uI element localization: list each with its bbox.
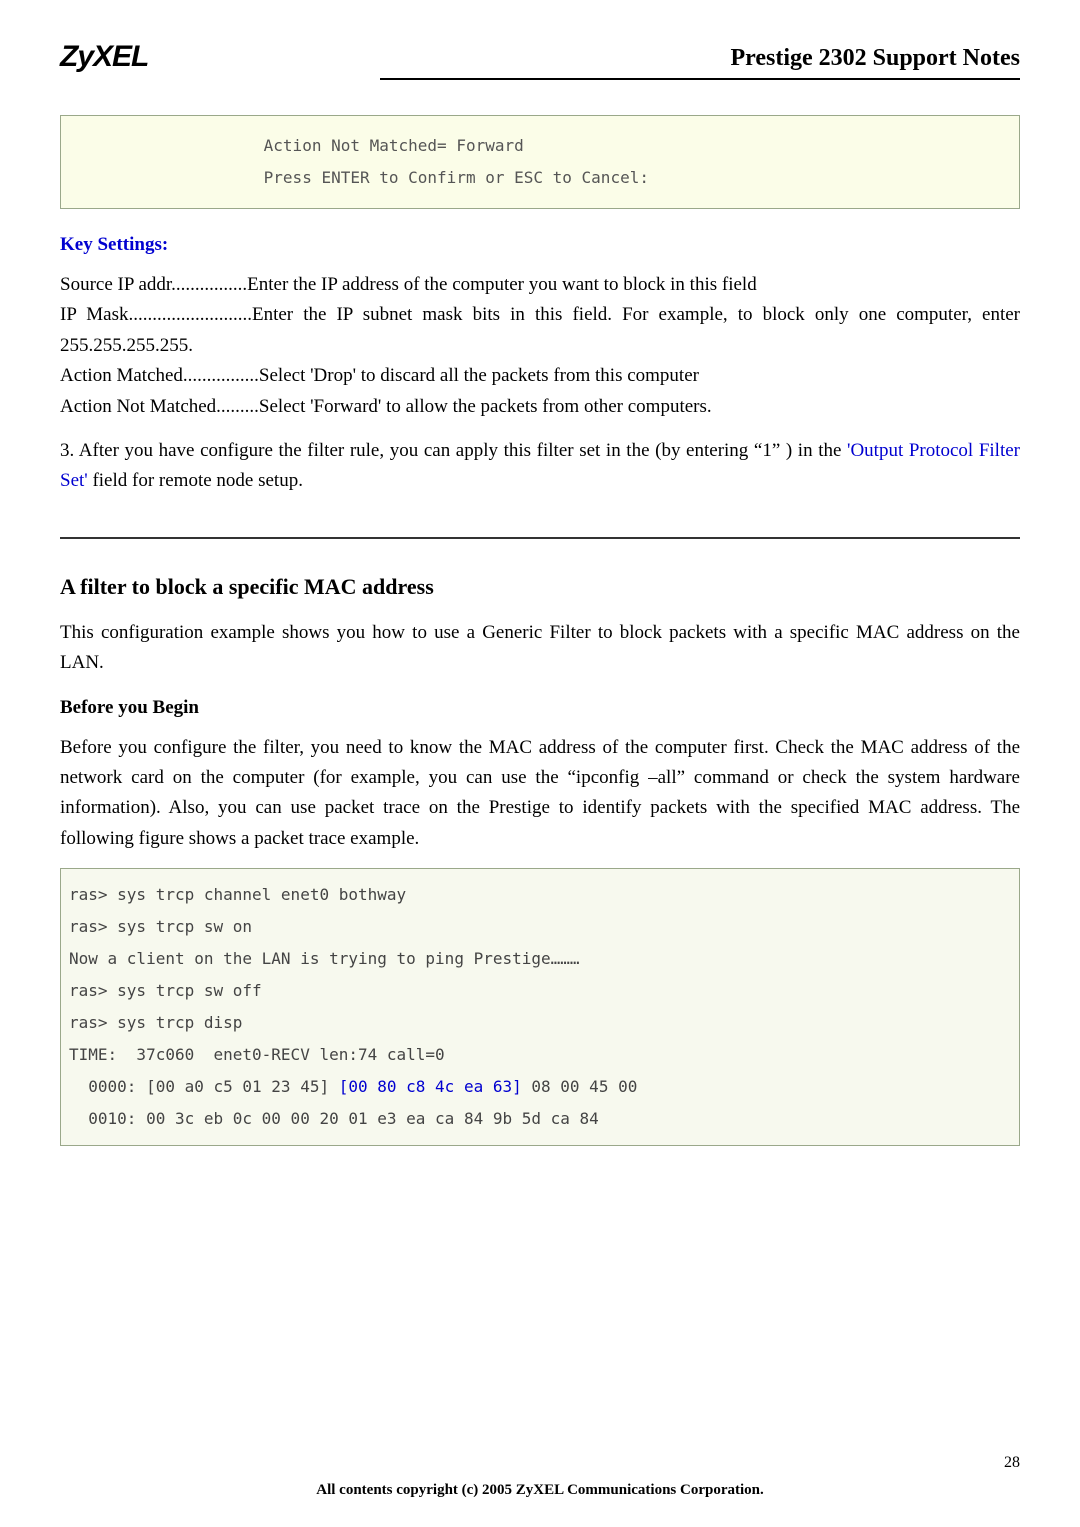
packet-trace-box: ras> sys trcp channel enet0 bothway ras>… [60, 868, 1020, 1146]
before-you-begin-text: Before you configure the filter, you nee… [60, 733, 1020, 855]
brand-logo: ZyXEL [60, 40, 148, 74]
page-number: 28 [1004, 1454, 1020, 1472]
setting-action-not-matched: Action Not Matched.........Select 'Forwa… [60, 392, 1020, 422]
page: ZyXEL Prestige 2302 Support Notes Action… [0, 0, 1080, 1527]
key-settings-heading: Key Settings: [60, 234, 1020, 256]
terminal-line: ras> sys trcp disp [69, 1007, 1011, 1039]
text-fragment: 0000: [00 a0 c5 01 23 45] [69, 1077, 339, 1096]
code-line: Action Not Matched= Forward [71, 130, 1009, 162]
terminal-line: ras> sys trcp sw off [69, 975, 1011, 1007]
setting-action-matched: Action Matched................Select 'Dr… [60, 361, 1020, 391]
terminal-line: 0000: [00 a0 c5 01 23 45] [00 80 c8 4c e… [69, 1071, 1011, 1103]
document-title: Prestige 2302 Support Notes [730, 45, 1020, 72]
setting-ip-mask: IP Mask..........................Enter t… [60, 300, 1020, 361]
section-divider [60, 537, 1020, 539]
terminal-line: Now a client on the LAN is trying to pin… [69, 943, 1011, 975]
text-fragment: 3. After you have configure the filter r… [60, 440, 847, 461]
page-header: ZyXEL Prestige 2302 Support Notes [60, 40, 1020, 74]
title-underline [380, 78, 1020, 80]
config-snippet-box: Action Not Matched= Forward Press ENTER … [60, 115, 1020, 209]
text-fragment: field for remote node setup. [88, 470, 303, 491]
apply-filter-paragraph: 3. After you have configure the filter r… [60, 436, 1020, 497]
copyright-footer: All contents copyright (c) 2005 ZyXEL Co… [0, 1482, 1080, 1499]
terminal-line: TIME: 37c060 enet0-RECV len:74 call=0 [69, 1039, 1011, 1071]
highlighted-mac: [00 80 c8 4c ea 63] [339, 1077, 522, 1096]
text-fragment: 08 00 45 00 [522, 1077, 638, 1096]
mac-filter-intro: This configuration example shows you how… [60, 618, 1020, 679]
terminal-line: ras> sys trcp sw on [69, 911, 1011, 943]
mac-filter-heading: A filter to block a specific MAC address [60, 574, 1020, 600]
terminal-line: ras> sys trcp channel enet0 bothway [69, 879, 1011, 911]
setting-source-ip: Source IP addr................Enter the … [60, 270, 1020, 300]
before-you-begin-heading: Before you Begin [60, 697, 1020, 719]
code-line: Press ENTER to Confirm or ESC to Cancel: [71, 162, 1009, 194]
terminal-line: 0010: 00 3c eb 0c 00 00 20 01 e3 ea ca 8… [69, 1103, 1011, 1135]
